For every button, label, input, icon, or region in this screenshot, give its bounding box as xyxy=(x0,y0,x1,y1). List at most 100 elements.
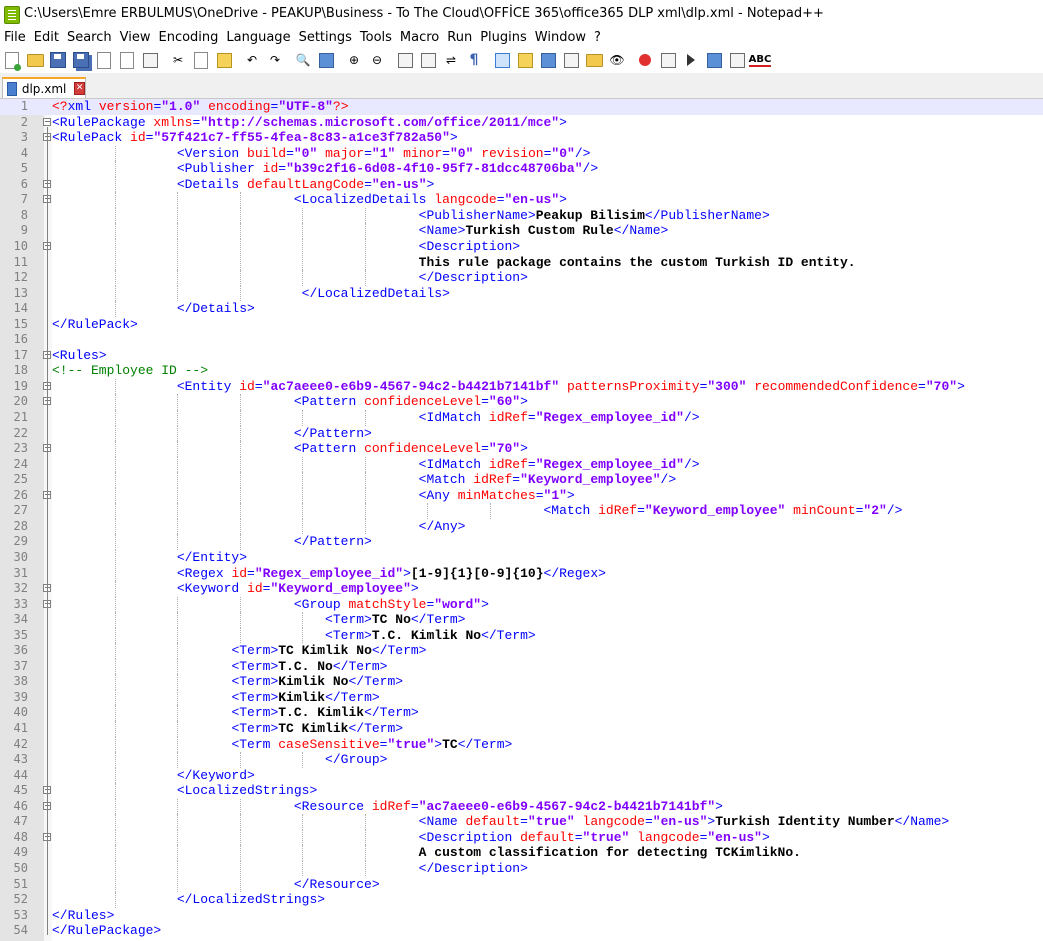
code-line[interactable]: 41 <Term>TC Kimlik</Term> xyxy=(0,721,1043,737)
monitoring-icon[interactable]: 👁 xyxy=(607,50,627,70)
menu-edit[interactable]: Edit xyxy=(30,28,63,47)
menu-run[interactable]: Run xyxy=(443,28,476,47)
menu-help[interactable]: ? xyxy=(590,28,605,47)
cut-icon[interactable]: ✂ xyxy=(168,50,188,70)
sync-vertical-icon[interactable] xyxy=(395,50,415,70)
code-line[interactable]: 26− <Any minMatches="1"> xyxy=(0,487,1043,504)
new-file-icon[interactable] xyxy=(2,50,22,71)
editor[interactable]: 1 <?xml version="1.0" encoding="UTF-8"?> 2… xyxy=(0,99,1043,941)
code-line[interactable]: 12 </Description> xyxy=(0,270,1043,286)
record-macro-icon[interactable] xyxy=(635,50,655,70)
code-line[interactable]: 47 <Name default="true" langcode="en-us"… xyxy=(0,814,1043,830)
code-line[interactable]: 27 <Match idRef="Keyword_employee" minCo… xyxy=(0,503,1043,519)
document-map-icon[interactable] xyxy=(538,50,558,70)
code-line[interactable]: 5 <Publisher id="b39c2f16-6d08-4f10-95f7… xyxy=(0,161,1043,177)
udl-icon[interactable] xyxy=(515,50,535,70)
stop-recording-icon[interactable] xyxy=(658,50,678,70)
paste-icon[interactable] xyxy=(214,50,234,70)
menu-window[interactable]: Window xyxy=(531,28,590,47)
print-icon[interactable] xyxy=(140,50,160,70)
code-line[interactable]: 14 </Details> xyxy=(0,301,1043,317)
code-line[interactable]: 44 </Keyword> xyxy=(0,767,1043,784)
menu-search[interactable]: Search xyxy=(63,28,116,47)
code-line[interactable]: 3−<RulePack id="57f421c7-ff55-4fea-8c83-… xyxy=(0,130,1043,146)
code-line[interactable]: 43 </Group> xyxy=(0,752,1043,768)
close-icon[interactable] xyxy=(94,50,114,70)
code-line[interactable]: 1 <?xml version="1.0" encoding="UTF-8"?> xyxy=(0,99,1043,115)
fold-toggle-icon[interactable]: − xyxy=(43,117,51,126)
code-line[interactable]: 6− <Details defaultLangCode="en-us"> xyxy=(0,176,1043,193)
function-list-icon[interactable] xyxy=(561,50,581,70)
code-line[interactable]: 19− <Entity id="ac7aeee0-e6b9-4567-94c2-… xyxy=(0,378,1043,395)
folder-workspace-icon[interactable] xyxy=(584,50,604,70)
code-line[interactable]: 28 </Any> xyxy=(0,518,1043,535)
code-line[interactable]: 25 <Match idRef="Keyword_employee"/> xyxy=(0,472,1043,488)
word-wrap-icon[interactable]: ⇌ xyxy=(441,50,461,70)
menu-view[interactable]: View xyxy=(116,28,155,47)
code-line[interactable]: 13 </LocalizedDetails> xyxy=(0,285,1043,302)
close-tab-icon[interactable]: ✕ xyxy=(74,82,85,95)
title-bar[interactable]: C:\Users\Emre ERBULMUS\OneDrive - PEAKUP… xyxy=(0,0,1043,28)
menu-encoding[interactable]: Encoding xyxy=(154,28,222,47)
code-line[interactable]: 2 − <RulePackage xmlns="http://schemas.mic… xyxy=(0,115,1043,131)
code-line[interactable]: 48− <Description default="true" langcode… xyxy=(0,829,1043,846)
code-line[interactable]: 39 <Term>Kimlik</Term> xyxy=(0,689,1043,706)
code-line[interactable]: 46− <Resource idRef="ac7aeee0-e6b9-4567-… xyxy=(0,798,1043,815)
code-line[interactable]: 18 <!-- Employee ID --> xyxy=(0,363,1043,379)
code-line[interactable]: 33− <Group matchStyle="word"> xyxy=(0,596,1043,613)
code-line[interactable]: 8 <PublisherName>Peakup Bilisim</Publish… xyxy=(0,207,1043,224)
code-line[interactable]: 52 </LocalizedStrings> xyxy=(0,892,1043,908)
code-line[interactable]: 42 <Term caseSensitive="true">TC</Term> xyxy=(0,736,1043,753)
zoom-out-icon[interactable]: ⊖ xyxy=(367,50,387,70)
sync-horizontal-icon[interactable] xyxy=(418,50,438,70)
menu-tools[interactable]: Tools xyxy=(356,28,396,47)
code-line[interactable]: 4 <Version build="0" major="1" minor="0"… xyxy=(0,145,1043,162)
open-file-icon[interactable] xyxy=(25,50,45,70)
menu-file[interactable]: File xyxy=(0,28,30,47)
code-line[interactable]: 34 <Term>TC No</Term> xyxy=(0,612,1043,628)
code-line[interactable]: 53 </Rules> xyxy=(0,908,1043,924)
save-icon[interactable] xyxy=(48,50,68,70)
code-line[interactable]: 22 </Pattern> xyxy=(0,425,1043,442)
menu-language[interactable]: Language xyxy=(222,28,294,47)
indent-guide-icon[interactable] xyxy=(492,50,512,70)
playback-macro-icon[interactable] xyxy=(681,50,701,70)
code-line[interactable]: 32− <Keyword id="Keyword_employee"> xyxy=(0,581,1043,597)
spell-check-icon[interactable]: ABC xyxy=(748,50,772,70)
code-line[interactable]: 21 <IdMatch idRef="Regex_employee_id"/> xyxy=(0,410,1043,426)
code-line[interactable]: 30 </Entity> xyxy=(0,549,1043,566)
code-line[interactable]: 50 </Description> xyxy=(0,860,1043,877)
menu-macro[interactable]: Macro xyxy=(396,28,443,47)
find-icon[interactable]: 🔍 xyxy=(293,50,313,70)
code-line[interactable]: 36 <Term>TC Kimlik No</Term> xyxy=(0,643,1043,659)
show-all-characters-icon[interactable]: ¶ xyxy=(464,50,484,70)
code-line[interactable]: 51 </Resource> xyxy=(0,876,1043,893)
code-line[interactable]: 23− <Pattern confidenceLevel="70"> xyxy=(0,441,1043,457)
code-line[interactable]: 54 </RulePackage> xyxy=(0,923,1043,939)
tab-dlp-xml[interactable]: dlp.xml ✕ xyxy=(2,77,86,98)
code-line[interactable]: 9 <Name>Turkish Custom Rule</Name> xyxy=(0,223,1043,239)
close-all-icon[interactable] xyxy=(117,50,137,70)
save-all-icon[interactable] xyxy=(71,50,91,70)
zoom-in-icon[interactable]: ⊕ xyxy=(344,50,364,70)
code-line[interactable]: 7− <LocalizedDetails langcode="en-us"> xyxy=(0,192,1043,208)
replace-icon[interactable] xyxy=(316,50,336,70)
code-line[interactable]: 49 A custom classification for detecting… xyxy=(0,845,1043,861)
code-line[interactable]: 20− <Pattern confidenceLevel="60"> xyxy=(0,394,1043,410)
code-line[interactable]: 38 <Term>Kimlik No</Term> xyxy=(0,674,1043,690)
run-macro-multiple-icon[interactable] xyxy=(704,50,724,70)
redo-icon[interactable]: ↷ xyxy=(265,50,285,70)
code-line[interactable]: 45− <LocalizedStrings> xyxy=(0,783,1043,799)
code-line[interactable]: 17−<Rules> xyxy=(0,348,1043,364)
save-macro-icon[interactable] xyxy=(727,50,747,70)
copy-icon[interactable] xyxy=(191,50,211,70)
code-line[interactable]: 16 xyxy=(0,332,1043,348)
code-line[interactable]: 10− <Description> xyxy=(0,238,1043,255)
code-line[interactable]: 11 This rule package contains the custom… xyxy=(0,254,1043,271)
notepad-plus-plus-icon[interactable] xyxy=(4,6,20,24)
code-line[interactable]: 29 </Pattern> xyxy=(0,534,1043,550)
undo-icon[interactable]: ↶ xyxy=(242,50,262,70)
code-line[interactable]: 24 <IdMatch idRef="Regex_employee_id"/> xyxy=(0,456,1043,473)
menu-settings[interactable]: Settings xyxy=(295,28,356,47)
code-line[interactable]: 37 <Term>T.C. No</Term> xyxy=(0,658,1043,675)
